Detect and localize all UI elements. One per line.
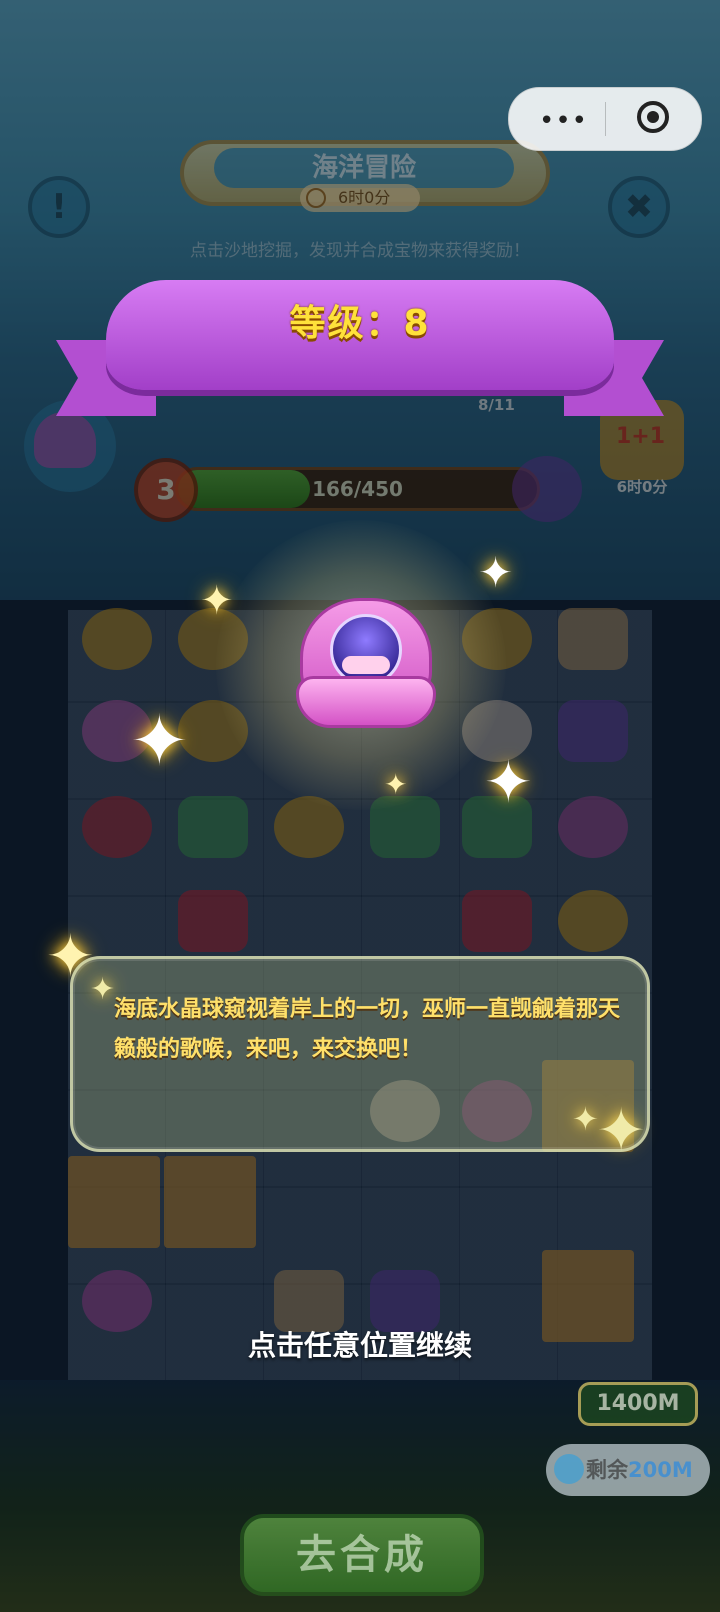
distance-badge: 1400M bbox=[578, 1382, 698, 1426]
shell-base bbox=[296, 676, 436, 728]
miniprogram-capsule: ••• bbox=[508, 87, 702, 151]
story-text: 海底水晶球窥视着岸上的一切，巫师一直觊觎着那天籁般的歌喉，来吧，来交换吧！ bbox=[114, 997, 621, 1062]
sparkle-icon: ✦ bbox=[484, 748, 533, 816]
sparkle-icon: ✦ bbox=[130, 700, 189, 782]
orb-cloud bbox=[342, 656, 390, 674]
more-dots-icon[interactable]: ••• bbox=[539, 106, 588, 136]
target-circle-icon[interactable] bbox=[637, 101, 669, 133]
remaining-prefix: 剩余 bbox=[586, 1458, 628, 1482]
sparkle-icon: ✦ bbox=[384, 768, 408, 801]
sparkle-icon: ✦ bbox=[200, 578, 234, 624]
remaining-value: 200M bbox=[628, 1458, 693, 1482]
level-title: 等级：8 bbox=[289, 303, 431, 344]
merge-button-label: 去合成 bbox=[296, 1532, 428, 1578]
tap-to-continue[interactable]: 点击任意位置继续 bbox=[0, 1324, 720, 1364]
globe-icon bbox=[554, 1454, 584, 1484]
remaining-label: 剩余200M bbox=[586, 1444, 693, 1496]
capsule-divider bbox=[605, 102, 606, 136]
sparkle-icon: ✦ bbox=[478, 548, 514, 597]
